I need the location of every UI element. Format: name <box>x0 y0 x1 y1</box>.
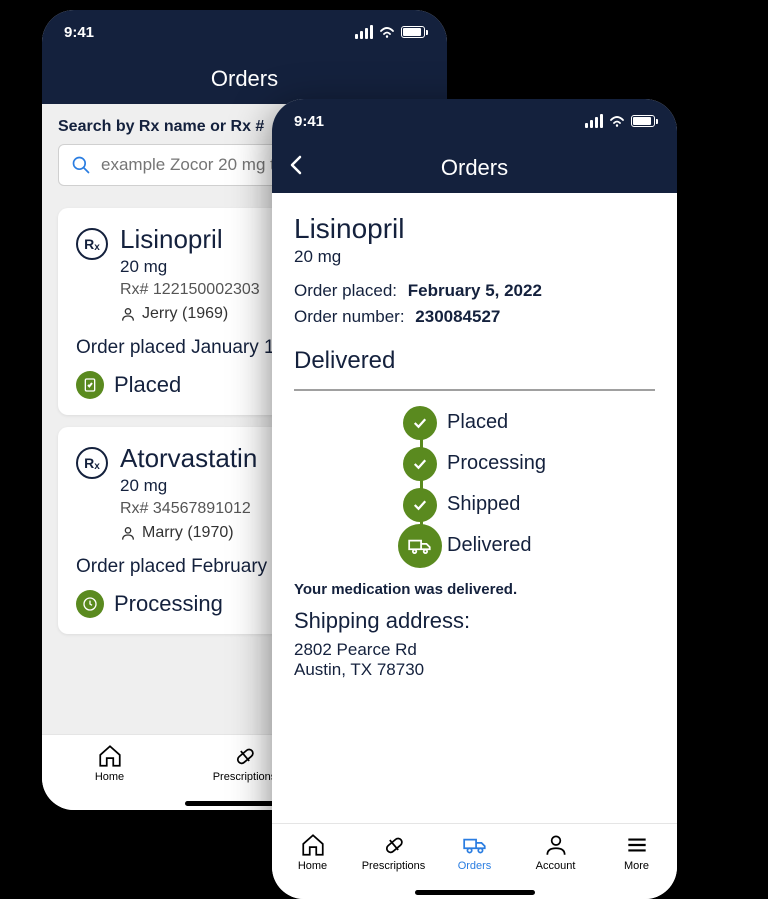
tab-home[interactable]: Home <box>75 743 145 783</box>
order-number: 230084527 <box>415 307 500 326</box>
patient-name: Marry (1970) <box>142 524 234 542</box>
shipping-line1: 2802 Pearce Rd <box>294 640 655 660</box>
person-icon <box>120 525 136 541</box>
divider <box>294 389 655 391</box>
placed-date: February 5, 2022 <box>408 281 542 300</box>
person-icon <box>543 832 569 858</box>
drug-dose: 20 mg <box>294 247 655 267</box>
chevron-left-icon <box>288 153 304 177</box>
back-button[interactable] <box>288 153 304 184</box>
content-area: Lisinopril 20 mg Order placed: February … <box>272 193 677 823</box>
status-text: Placed <box>114 372 181 398</box>
status-bar: 9:41 <box>272 99 677 143</box>
wifi-icon <box>379 26 395 38</box>
patient-row: Jerry (1969) <box>120 305 260 323</box>
rx-number: Rx# 122150002303 <box>120 281 260 299</box>
drug-name: Atorvastatin <box>120 443 257 474</box>
home-icon <box>97 743 123 769</box>
order-detail-screen: 9:41 Orders Lisinopril 20 mg Order place… <box>272 99 677 899</box>
timeline-step: Delivered <box>447 534 531 557</box>
timeline-step: Shipped <box>447 493 520 516</box>
timeline-step: Processing <box>447 452 546 475</box>
navbar: Orders <box>42 54 447 104</box>
menu-icon <box>624 832 650 858</box>
cellular-icon <box>585 114 603 128</box>
search-icon <box>71 155 91 175</box>
tab-bar: Home Prescriptions Orders Account More <box>272 823 677 899</box>
drug-dose: 20 mg <box>120 476 257 496</box>
patient-row: Marry (1970) <box>120 524 257 542</box>
drug-name: Lisinopril <box>294 213 655 245</box>
status-icon <box>76 371 104 399</box>
truck-icon <box>398 524 442 568</box>
tab-home[interactable]: Home <box>278 832 348 872</box>
status-bar: 9:41 <box>42 10 447 54</box>
navbar: Orders <box>272 143 677 193</box>
status-text: Processing <box>114 591 223 617</box>
timeline-step: Placed <box>447 411 508 434</box>
patient-name: Jerry (1969) <box>142 305 228 323</box>
rx-number: Rx# 34567891012 <box>120 500 257 518</box>
status-icons <box>585 114 655 128</box>
tab-more[interactable]: More <box>602 832 672 872</box>
tab-prescriptions[interactable]: Prescriptions <box>210 743 280 783</box>
order-number-label: Order number: <box>294 307 405 326</box>
cellular-icon <box>355 25 373 39</box>
home-icon <box>300 832 326 858</box>
status-icons <box>355 25 425 39</box>
battery-icon <box>631 115 655 127</box>
check-icon <box>403 447 437 481</box>
wifi-icon <box>609 115 625 127</box>
page-title: Orders <box>211 66 278 92</box>
rx-icon: Rx <box>76 228 108 260</box>
page-title: Orders <box>441 155 508 181</box>
status-icon <box>76 590 104 618</box>
check-icon <box>403 406 437 440</box>
order-status: Delivered <box>294 347 655 375</box>
battery-icon <box>401 26 425 38</box>
placed-label: Order placed: <box>294 281 397 300</box>
rx-icon: Rx <box>76 447 108 479</box>
person-icon <box>120 306 136 322</box>
tab-prescriptions[interactable]: Prescriptions <box>359 832 429 872</box>
shipping-line2: Austin, TX 78730 <box>294 660 655 680</box>
drug-name: Lisinopril <box>120 224 260 255</box>
truck-icon <box>462 832 488 858</box>
shipping-title: Shipping address: <box>294 608 655 634</box>
status-time: 9:41 <box>294 113 324 130</box>
check-icon <box>403 488 437 522</box>
order-timeline: Placed Processing Shipped Delivered <box>294 411 655 557</box>
tab-orders[interactable]: Orders <box>440 832 510 872</box>
home-indicator[interactable] <box>415 890 535 895</box>
drug-dose: 20 mg <box>120 257 260 277</box>
pill-icon <box>232 743 258 769</box>
delivered-message: Your medication was delivered. <box>294 581 655 598</box>
pill-icon <box>381 832 407 858</box>
status-time: 9:41 <box>64 24 94 41</box>
tab-account[interactable]: Account <box>521 832 591 872</box>
